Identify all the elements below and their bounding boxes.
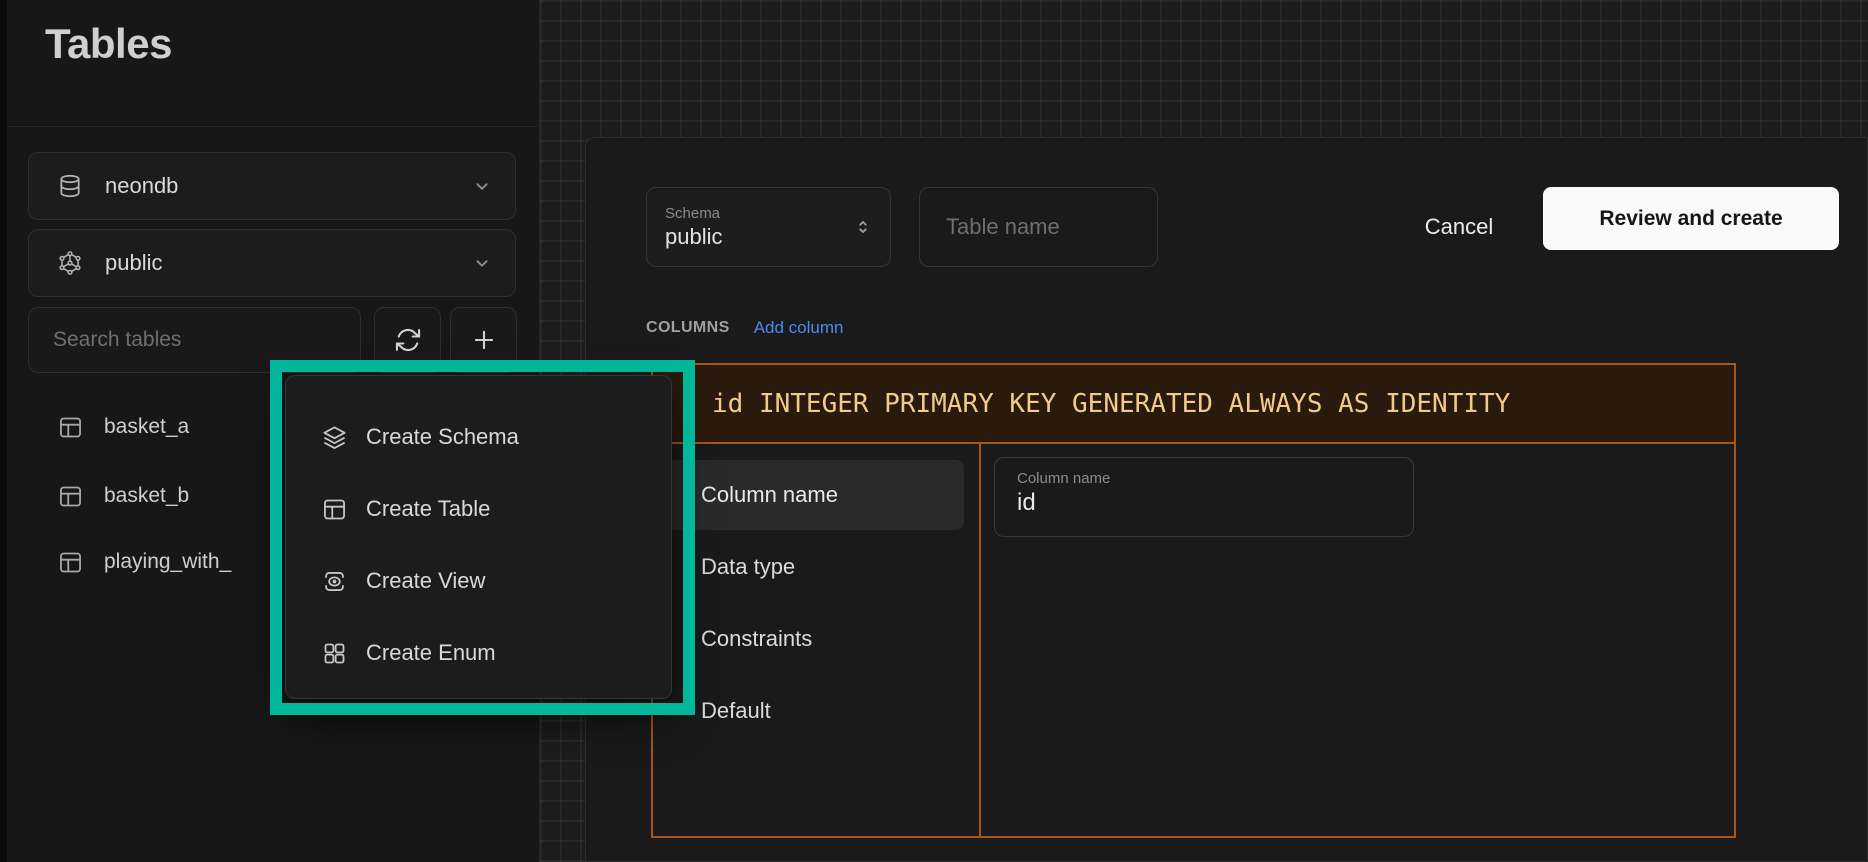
menu-item-create-view[interactable]: Create View: [286, 545, 671, 617]
tab-default[interactable]: Default: [667, 676, 964, 746]
schema-select-label: Schema: [665, 205, 722, 222]
create-table-panel: Schema public Cancel Review and create C…: [585, 137, 1868, 862]
add-column-link[interactable]: Add column: [754, 318, 844, 338]
table-icon: [321, 496, 348, 523]
schema-select[interactable]: Schema public: [646, 187, 891, 267]
view-eye-icon: [321, 568, 348, 595]
columns-container: id INTEGER PRIMARY KEY GENERATED ALWAYS …: [651, 363, 1736, 838]
tab-constraints[interactable]: Constraints: [667, 604, 964, 674]
table-name: basket_a: [104, 415, 189, 439]
menu-item-create-schema[interactable]: Create Schema: [286, 401, 671, 473]
database-icon: [57, 173, 83, 199]
schema-select-value: public: [665, 224, 722, 250]
table-name-input[interactable]: [919, 187, 1158, 267]
database-select[interactable]: neondb: [28, 152, 516, 220]
menu-item-label: Create Table: [366, 496, 490, 522]
table-icon: [57, 483, 84, 510]
cancel-button[interactable]: Cancel: [1411, 199, 1507, 255]
schema-sidebar-select-value: public: [105, 250, 162, 276]
column-form: Column name: [981, 444, 1734, 836]
grid-enum-icon: [321, 640, 348, 667]
columns-heading: COLUMNS: [646, 319, 730, 337]
window-edge: [0, 0, 7, 862]
table-icon: [57, 549, 84, 576]
column-sql-summary-row[interactable]: id INTEGER PRIMARY KEY GENERATED ALWAYS …: [653, 365, 1734, 444]
table-name: playing_with_: [104, 550, 231, 574]
refresh-icon: [394, 326, 422, 354]
chevron-up-down-icon: [852, 216, 874, 238]
menu-item-label: Create Schema: [366, 424, 519, 450]
create-dropdown-menu: Create Schema Create Table Create View: [285, 375, 672, 699]
database-select-value: neondb: [105, 173, 178, 199]
menu-item-label: Create Enum: [366, 640, 496, 666]
tab-data-type[interactable]: Data type: [667, 532, 964, 602]
chevron-down-icon: [471, 175, 493, 197]
refresh-tables-button[interactable]: [374, 307, 441, 373]
schema-sidebar-select[interactable]: public: [28, 229, 516, 297]
plus-icon: [470, 326, 498, 354]
column-editor-body: Column name Data type Constraints Defaul…: [653, 444, 1734, 836]
sidebar-title: Tables: [45, 20, 172, 68]
app-window: Schema public Cancel Review and create C…: [0, 0, 1868, 862]
menu-item-create-table[interactable]: Create Table: [286, 473, 671, 545]
column-name-field-label: Column name: [1017, 470, 1413, 487]
menu-item-create-enum[interactable]: Create Enum: [286, 617, 671, 689]
chevron-down-icon: [471, 252, 493, 274]
column-properties-list: Column name Data type Constraints Defaul…: [653, 444, 979, 836]
column-name-input[interactable]: [1017, 489, 1373, 517]
create-new-button[interactable]: [450, 307, 517, 373]
column-sql-text: id INTEGER PRIMARY KEY GENERATED ALWAYS …: [712, 389, 1510, 419]
schema-icon: [57, 250, 83, 276]
layers-icon: [321, 424, 348, 451]
menu-item-label: Create View: [366, 568, 485, 594]
sidebar-divider: [0, 126, 540, 127]
search-tables-input[interactable]: [28, 307, 361, 373]
table-name: basket_b: [104, 484, 189, 508]
columns-header-row: COLUMNS Add column: [646, 318, 843, 338]
column-name-field[interactable]: Column name: [994, 457, 1414, 537]
tab-column-name[interactable]: Column name: [667, 460, 964, 530]
review-and-create-button[interactable]: Review and create: [1543, 187, 1839, 250]
table-icon: [57, 414, 84, 441]
